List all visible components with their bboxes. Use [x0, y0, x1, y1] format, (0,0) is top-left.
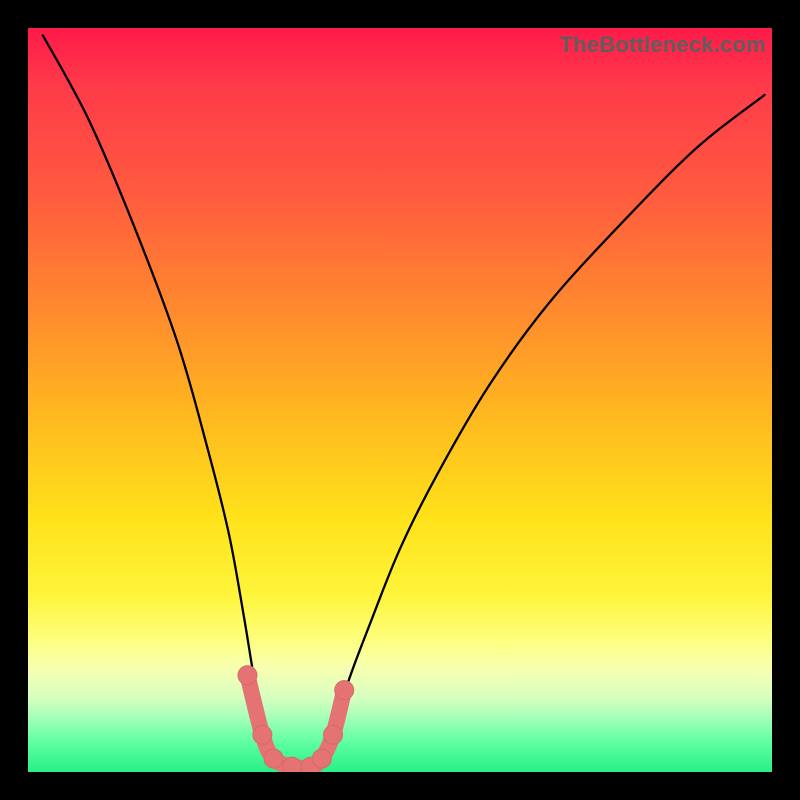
accent-marker	[238, 666, 257, 685]
accent-marker	[324, 725, 343, 744]
plot-area: TheBottleneck.com	[28, 28, 772, 772]
accent-marker	[253, 725, 272, 744]
accent-marker	[264, 749, 283, 768]
accent-marker	[312, 749, 331, 768]
accent-marker	[335, 681, 354, 700]
chart-svg	[28, 28, 772, 772]
bottleneck-curve	[43, 35, 765, 769]
accent-trough	[238, 666, 354, 772]
accent-marker	[283, 757, 302, 772]
curve-path-group	[43, 35, 765, 769]
chart-root: TheBottleneck.com	[0, 0, 800, 800]
